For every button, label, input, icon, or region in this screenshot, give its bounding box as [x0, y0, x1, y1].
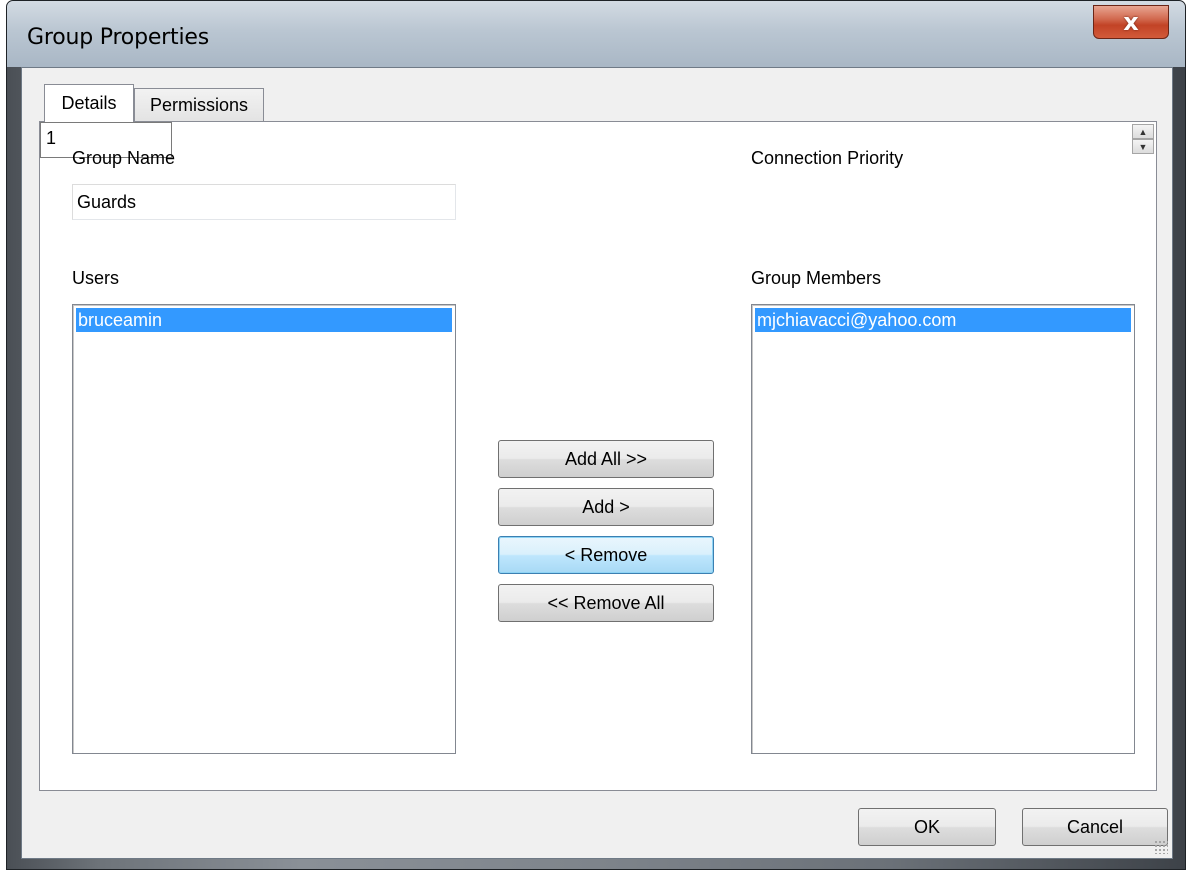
group-name-label: Group Name [72, 148, 176, 168]
connection-priority-value: 1 [46, 128, 57, 148]
resize-grip-icon[interactable] [1154, 840, 1168, 854]
group-members-list[interactable]: mjchiavacci@yahoo.com [751, 304, 1135, 754]
group-name-value: Guards [77, 191, 137, 212]
spin-buttons: ▲ ▼ [1132, 124, 1154, 154]
list-item[interactable]: mjchiavacci@yahoo.com [755, 308, 1131, 332]
group-name-input[interactable]: Guards [72, 184, 456, 220]
users-list[interactable]: bruceamin [72, 304, 456, 754]
title-bar[interactable]: Group Properties x [7, 1, 1185, 67]
users-label: Users [72, 268, 120, 288]
add-button[interactable]: Add > [498, 488, 714, 526]
dialog-client-area: Details Permissions Group Name Guards Co… [21, 67, 1173, 859]
details-tab-panel: Group Name Guards Connection Priority 1 … [39, 121, 1157, 791]
window-title: Group Properties [27, 25, 209, 50]
list-item[interactable]: bruceamin [76, 308, 452, 332]
add-all-button[interactable]: Add All >> [498, 440, 714, 478]
arrow-down-icon[interactable]: ▼ [1132, 139, 1154, 154]
connection-priority-label: Connection Priority [751, 148, 904, 168]
dialog-window: Group Properties x Details Permissions G… [6, 0, 1186, 870]
arrow-up-icon[interactable]: ▲ [1132, 124, 1154, 139]
close-button[interactable]: x [1093, 5, 1169, 39]
ok-button[interactable]: OK [858, 808, 996, 846]
tab-permissions[interactable]: Permissions [134, 88, 264, 122]
remove-all-button[interactable]: << Remove All [498, 584, 714, 622]
tab-details[interactable]: Details [44, 84, 134, 122]
group-members-label: Group Members [751, 268, 882, 288]
close-icon: x [1123, 8, 1139, 36]
cancel-button[interactable]: Cancel [1022, 808, 1168, 846]
remove-button[interactable]: < Remove [498, 536, 714, 574]
